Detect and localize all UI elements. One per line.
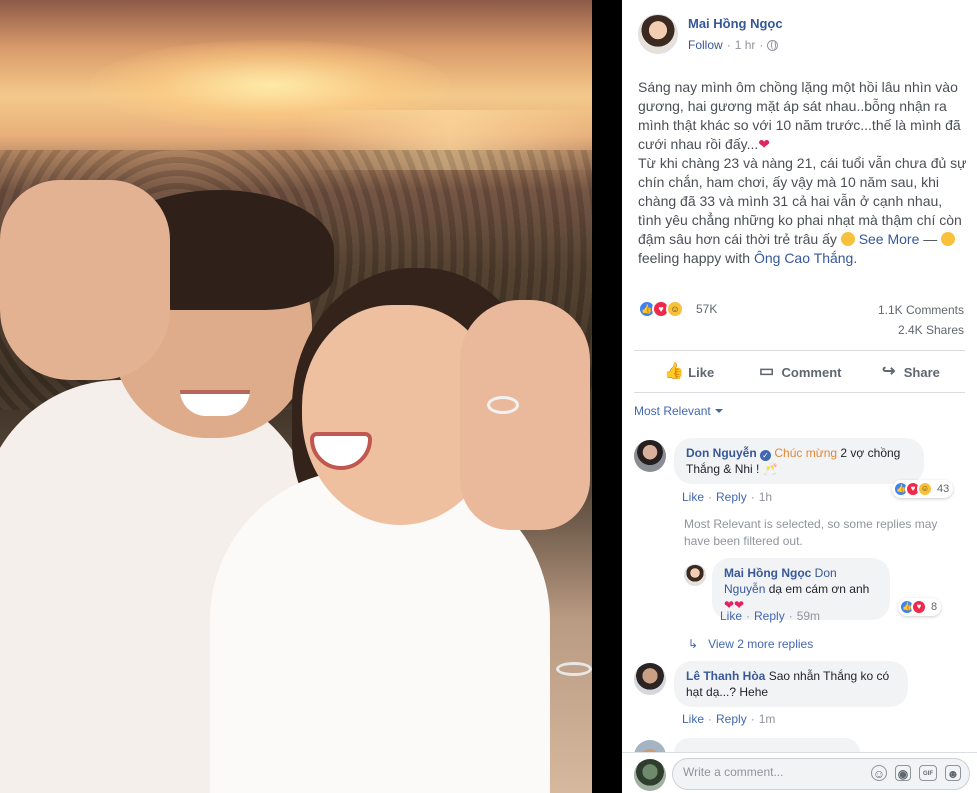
filter-note: Most Relevant is selected, so some repli… <box>684 517 938 548</box>
post-time[interactable]: 1 hr <box>735 38 756 52</box>
heart-emoji-icon: ❤ <box>758 136 770 152</box>
share-label: Share <box>903 364 940 380</box>
comment-time[interactable]: 1m <box>759 712 776 726</box>
poster-name[interactable]: Mai Hồng Ngọc <box>688 16 783 31</box>
current-user-avatar <box>634 759 666 791</box>
smile-emoji-icon <box>840 232 855 246</box>
comment-item: Lê Thanh Hòa Sao nhẫn Thắng ko có hạt dạ… <box>634 661 964 731</box>
post-actions: 👍 Like ▭ Comment ↪ Share <box>634 352 965 392</box>
haha-reaction-icon: ☺ <box>666 300 684 318</box>
comment-actions: Like · Reply · 1m <box>682 712 775 726</box>
globe-icon[interactable] <box>767 39 779 51</box>
post-photo[interactable] <box>0 0 592 793</box>
dot-separator: · <box>708 490 713 504</box>
comment-composer: ☺ ◉ GIF ☻ <box>622 752 977 793</box>
engagement-ring <box>487 396 519 414</box>
divider <box>634 350 965 351</box>
share-button[interactable]: ↪ Share <box>855 352 965 392</box>
thumbs-up-icon: 👍 <box>664 363 685 380</box>
reply-reply-link[interactable]: Reply <box>754 609 785 623</box>
view-replies-label: View 2 more replies <box>708 637 814 651</box>
woman-hand <box>460 300 590 530</box>
share-arrow-icon: ↪ <box>882 363 896 380</box>
comment-reactions[interactable]: 👍 ♥ ☺ 43 <box>892 480 954 498</box>
meta-separator-2: · <box>759 38 764 52</box>
feeling-dash: — <box>919 231 942 247</box>
reply-like-link[interactable]: Like <box>720 609 742 623</box>
poster-avatar[interactable] <box>638 14 678 54</box>
comment-label: Comment <box>781 364 842 380</box>
comment-sort-dropdown[interactable]: Most Relevant <box>634 404 723 418</box>
reaction-count[interactable]: 57K <box>696 302 717 316</box>
dot-separator: · <box>788 609 793 623</box>
reply-actions: Like · Reply · 59m <box>720 609 820 623</box>
commenter-name[interactable]: Lê Thanh Hòa <box>686 669 765 683</box>
view-more-replies-link[interactable]: ↳ View 2 more replies <box>688 637 813 651</box>
feeling-happy-icon <box>941 232 956 246</box>
reactions-summary[interactable]: 👍 ♥ ☺ 57K 1.1K Comments <box>638 300 968 320</box>
commenter-avatar[interactable] <box>634 663 666 695</box>
comment-item: Don Nguyễn ✓ Chúc mừng 2 vợ chồng Thắng … <box>634 438 964 508</box>
comment-button[interactable]: ▭ Comment <box>744 352 854 392</box>
follow-link[interactable]: Follow <box>688 38 723 52</box>
divider <box>634 392 965 393</box>
emoji-icon[interactable]: ☺ <box>871 765 887 781</box>
reply-text: dạ em cám ơn anh <box>765 582 870 596</box>
post-paragraph-1: Sáng nay mình ôm chồng lặng một hồi lâu … <box>638 79 961 152</box>
comments-count[interactable]: 1.1K Comments <box>878 303 964 317</box>
comment-reaction-count: 43 <box>937 483 950 495</box>
comment-reply-link[interactable]: Reply <box>716 490 747 504</box>
feeling-prefix: feeling happy with <box>638 250 754 266</box>
caret-down-icon <box>714 409 723 413</box>
reply-avatar[interactable] <box>684 564 706 586</box>
comment-actions: Like · Reply · 1h <box>682 490 772 504</box>
dot-separator: · <box>750 490 755 504</box>
sort-label: Most Relevant <box>634 404 711 418</box>
post-side-panel: Mai Hồng Ngọc Follow · 1 hr · Sáng nay m… <box>622 0 977 793</box>
comment-highlight: Chúc mừng <box>774 446 838 460</box>
comment-input[interactable] <box>683 765 853 779</box>
comment-like-link[interactable]: Like <box>682 490 704 504</box>
comment-bubble: Lê Thanh Hòa Sao nhẫn Thắng ko có hạt dạ… <box>674 661 908 707</box>
verified-badge-icon: ✓ <box>760 450 772 461</box>
like-button[interactable]: 👍 Like <box>634 352 744 392</box>
comment-reply-link[interactable]: Reply <box>716 712 747 726</box>
comment-bubble: Don Nguyễn ✓ Chúc mừng 2 vợ chồng Thắng … <box>674 438 924 484</box>
reply-arrow-icon: ↳ <box>688 637 699 651</box>
tagged-friend-link[interactable]: Ông Cao Thắng <box>754 250 853 266</box>
gif-icon[interactable]: GIF <box>919 765 937 781</box>
comment-time[interactable]: 1h <box>759 490 772 504</box>
like-label: Like <box>688 364 715 380</box>
man-hand <box>0 180 170 380</box>
reply-item: Mai Hồng Ngọc Don Nguyễn dạ em cám ơn an… <box>684 558 970 628</box>
commenter-avatar[interactable] <box>634 440 666 472</box>
dot-separator: · <box>746 609 751 623</box>
reply-time[interactable]: 59m <box>797 609 820 623</box>
post-header: Mai Hồng Ngọc Follow · 1 hr · <box>638 14 968 58</box>
commenter-name[interactable]: Don Nguyễn <box>686 446 757 460</box>
post-meta: Follow · 1 hr · <box>688 38 779 52</box>
shares-count[interactable]: 2.4K Shares <box>638 323 964 337</box>
reply-reaction-count: 8 <box>931 601 938 613</box>
sticker-icon[interactable]: ☻ <box>945 765 961 781</box>
feeling-period: . <box>853 250 858 266</box>
haha-reaction-icon: ☺ <box>917 481 933 497</box>
speech-bubble-icon: ▭ <box>758 363 775 380</box>
see-more-link[interactable]: See More <box>859 231 920 247</box>
comment-input-box[interactable]: ☺ ◉ GIF ☻ <box>672 758 970 790</box>
dot-separator: · <box>750 712 755 726</box>
dot-separator: · <box>708 712 713 726</box>
camera-icon[interactable]: ◉ <box>895 765 911 781</box>
comment-like-link[interactable]: Like <box>682 712 704 726</box>
post-text: Sáng nay mình ôm chồng lặng một hồi lâu … <box>638 78 968 268</box>
bracelet <box>556 662 592 676</box>
love-reaction-icon: ♥ <box>911 599 927 615</box>
reply-reactions[interactable]: 👍 ♥ 8 <box>898 598 942 616</box>
reply-author-name[interactable]: Mai Hồng Ngọc <box>724 566 811 580</box>
meta-separator: · <box>726 38 731 52</box>
